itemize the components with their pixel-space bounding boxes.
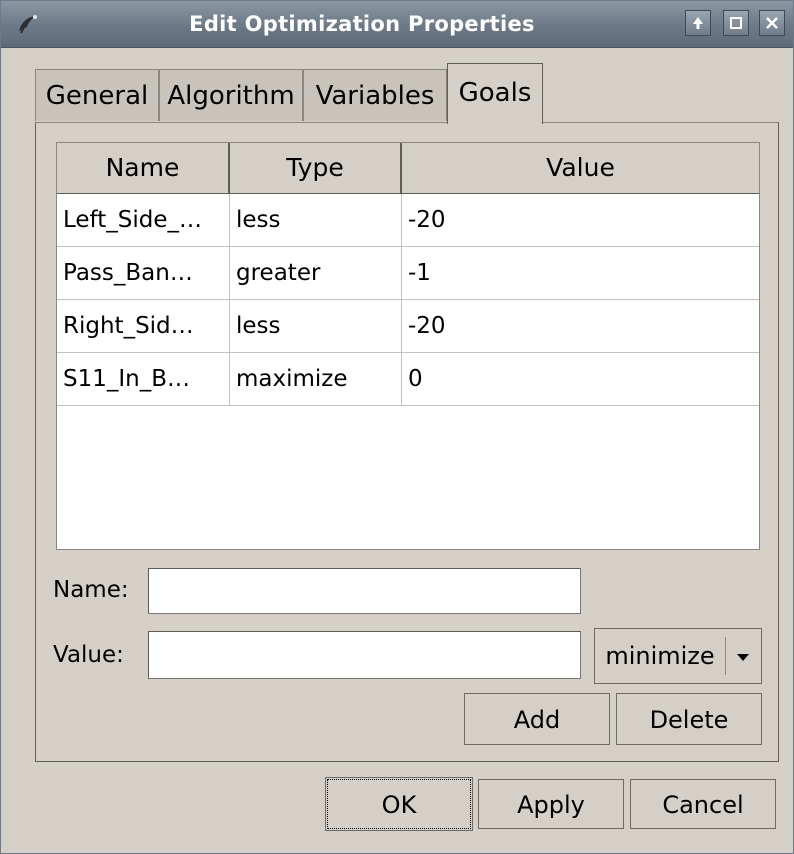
combo-divider xyxy=(725,637,726,675)
table-row[interactable]: Left_Side_… less -20 xyxy=(57,194,759,247)
title-bar[interactable]: Edit Optimization Properties xyxy=(1,1,793,48)
cell-value[interactable]: -1 xyxy=(402,247,759,299)
column-header-type[interactable]: Type xyxy=(230,143,402,193)
window-title: Edit Optimization Properties xyxy=(189,12,535,36)
cell-name[interactable]: Left_Side_… xyxy=(57,194,230,246)
ok-button[interactable]: OK xyxy=(325,777,473,831)
tab-variables[interactable]: Variables xyxy=(303,69,447,121)
edit-optimization-dialog: Edit Optimization Properties General Alg… xyxy=(0,0,794,854)
cell-value[interactable]: -20 xyxy=(402,300,759,352)
cell-value[interactable]: -20 xyxy=(402,194,759,246)
table-header: Name Type Value xyxy=(57,143,759,194)
column-header-value[interactable]: Value xyxy=(402,143,759,193)
cell-type[interactable]: less xyxy=(230,194,402,246)
cell-value[interactable]: 0 xyxy=(402,353,759,405)
tab-goals[interactable]: Goals xyxy=(447,63,543,124)
cell-type[interactable]: greater xyxy=(230,247,402,299)
close-button[interactable] xyxy=(759,10,785,36)
value-field[interactable] xyxy=(148,631,581,679)
apply-button[interactable]: Apply xyxy=(478,779,624,829)
up-arrow-icon xyxy=(693,17,703,29)
tab-general[interactable]: General xyxy=(35,69,159,121)
cell-type[interactable]: maximize xyxy=(230,353,402,405)
close-icon xyxy=(766,17,778,29)
shade-button[interactable] xyxy=(685,10,711,36)
cancel-button[interactable]: Cancel xyxy=(630,779,776,829)
chevron-down-icon[interactable] xyxy=(733,647,753,667)
cell-name[interactable]: Pass_Ban… xyxy=(57,247,230,299)
name-field[interactable] xyxy=(148,568,581,614)
goal-type-selected: minimize xyxy=(605,642,715,670)
delete-button[interactable]: Delete xyxy=(616,693,762,745)
cell-name[interactable]: S11_In_B… xyxy=(57,353,230,405)
table-row[interactable]: Pass_Ban… greater -1 xyxy=(57,247,759,300)
tab-algorithm[interactable]: Algorithm xyxy=(159,69,303,121)
maximize-icon xyxy=(730,17,742,29)
goal-type-select[interactable]: minimize xyxy=(594,628,762,684)
table-row[interactable]: Right_Sid… less -20 xyxy=(57,300,759,353)
name-label: Name: xyxy=(53,577,129,603)
add-button[interactable]: Add xyxy=(464,693,610,745)
cell-type[interactable]: less xyxy=(230,300,402,352)
goals-table[interactable]: Name Type Value Left_Side_… less -20 Pas… xyxy=(56,142,760,550)
maximize-button[interactable] xyxy=(723,10,749,36)
table-row[interactable]: S11_In_B… maximize 0 xyxy=(57,353,759,406)
cell-name[interactable]: Right_Sid… xyxy=(57,300,230,352)
column-header-name[interactable]: Name xyxy=(57,143,230,193)
value-label: Value: xyxy=(53,642,124,668)
